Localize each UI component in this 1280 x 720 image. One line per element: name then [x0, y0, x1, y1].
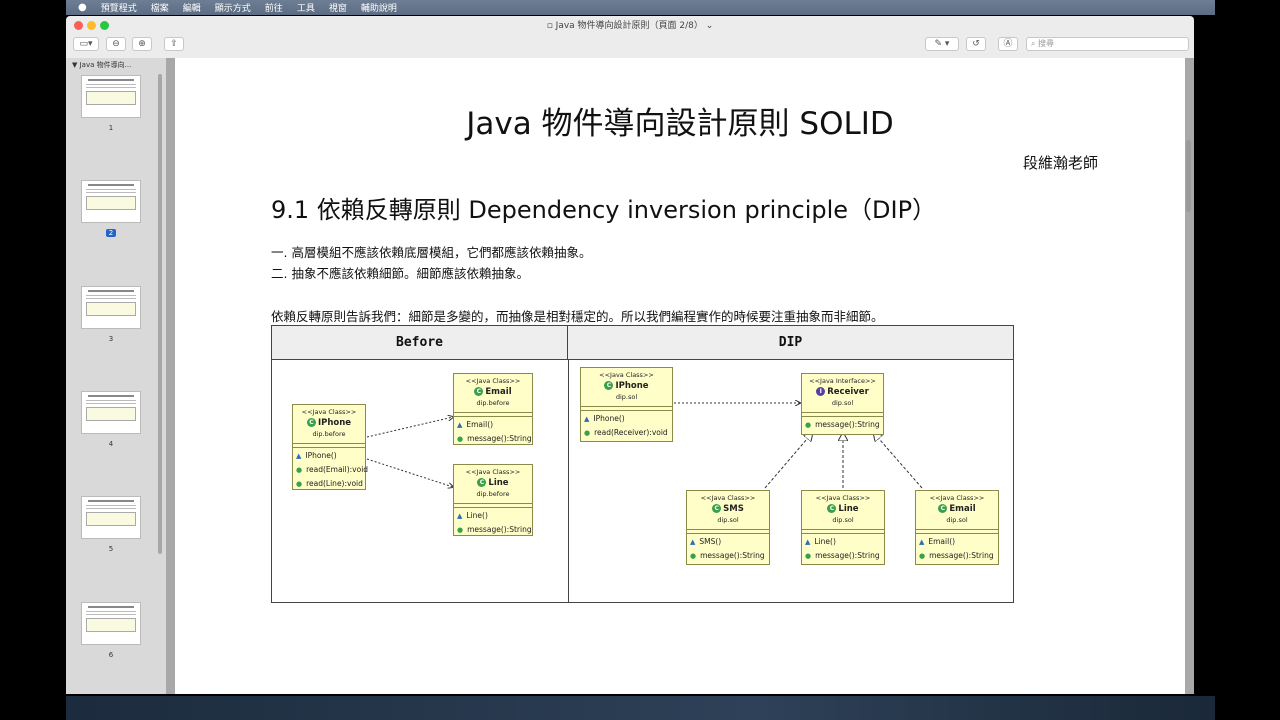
class-icon: C	[604, 381, 614, 390]
menu-view[interactable]: 顯示方式	[215, 1, 251, 14]
sidebar-scrollbar[interactable]	[158, 74, 162, 554]
uml-operation: message():String	[919, 549, 995, 563]
search-icon: ⌕	[1031, 39, 1039, 48]
document-area: Java 物件導向設計原則 SOLID 段維瀚老師 9.1 依賴反轉原則 Dep…	[166, 58, 1194, 694]
class-icon: C	[827, 504, 837, 513]
window-title: Java 物件導向設計原則（頁面 2/8）	[555, 21, 703, 31]
search-placeholder: 搜尋	[1038, 39, 1055, 48]
uml-operation: Email()	[919, 535, 995, 549]
menu-file[interactable]: 檔案	[151, 1, 169, 14]
menu-bar: ● 預覽程式 檔案 編輯 顯示方式 前往 工具 視窗 輔助說明	[66, 0, 1215, 15]
sidebar-header[interactable]: ▼ Java 物件導向...	[66, 58, 166, 70]
apple-menu-icon[interactable]: ●	[78, 2, 87, 13]
uml-operation: read(Email):void	[296, 463, 368, 477]
section-title: 9.1 依賴反轉原則 Dependency inversion principl…	[271, 196, 937, 224]
uml-operation: message():String	[690, 549, 766, 563]
menu-window[interactable]: 視窗	[329, 1, 347, 14]
zoom-out-icon[interactable]: ⊖	[106, 37, 126, 51]
dependency-iphone-email	[366, 417, 453, 438]
uml-operation: Line()	[805, 535, 881, 549]
page-title: Java 物件導向設計原則 SOLID	[466, 106, 894, 142]
class-icon: C	[477, 478, 487, 487]
search-input[interactable]: ⌕ 搜尋	[1026, 37, 1189, 51]
uml-operation: message():String	[457, 432, 531, 446]
thumbnail-page-number: 3	[108, 335, 114, 343]
preview-window: ▫ Java 物件導向設計原則（頁面 2/8） ⌄ ▭▾ ⊖ ⊕ ⇪ ✎ ▾ ↺…	[66, 16, 1194, 694]
page-thumbnail[interactable]	[81, 391, 141, 434]
uml-dip-sms: <<Java Class>>CSMSdip.solSMS()message():…	[686, 490, 770, 565]
interface-icon: I	[816, 387, 826, 396]
uml-dip-iphone: <<Java Class>>CIPhonedip.solIPhone()read…	[580, 367, 673, 442]
title-bar: ▫ Java 物件導向設計原則（頁面 2/8） ⌄	[66, 16, 1194, 36]
class-icon: C	[306, 418, 316, 427]
page-thumbnail[interactable]	[81, 602, 141, 645]
uml-operation: IPhone()	[584, 412, 669, 426]
page-thumbnail[interactable]	[81, 496, 141, 539]
zoom-in-icon[interactable]: ⊕	[132, 37, 152, 51]
class-icon: C	[938, 504, 948, 513]
menu-tools[interactable]: 工具	[297, 1, 315, 14]
document-icon: ▫	[546, 21, 556, 31]
uml-operation: Line()	[457, 509, 529, 523]
thumbnail-page-number: 6	[108, 651, 114, 659]
annotate-icon[interactable]: Ⓐ	[998, 37, 1018, 51]
uml-dip-line: <<Java Class>>CLinedip.solLine()message(…	[801, 490, 885, 565]
close-button[interactable]	[74, 21, 83, 30]
menu-help[interactable]: 輔助說明	[361, 1, 397, 14]
thumbnail-page-number: 2	[81, 229, 141, 237]
author: 段維瀚老師	[1023, 154, 1099, 172]
chevron-down-icon[interactable]: ⌄	[703, 21, 714, 31]
menu-go[interactable]: 前往	[265, 1, 283, 14]
minimize-button[interactable]	[87, 21, 96, 30]
class-icon: C	[474, 387, 484, 396]
uml-before-email: <<Java Class>>CEmaildip.beforeEmail()mes…	[453, 373, 533, 445]
uml-dip-email: <<Java Class>>CEmaildip.solEmail()messag…	[915, 490, 999, 565]
point-2: 二. 抽象不應該依賴細節。細節應該依賴抽象。	[271, 266, 529, 281]
page-thumbnail[interactable]	[81, 286, 141, 329]
thumbnail-page-number: 5	[108, 545, 114, 553]
sidebar-toggle-icon[interactable]: ▭▾	[73, 37, 99, 51]
menu-app[interactable]: 預覽程式	[101, 1, 137, 14]
document-scrollbar[interactable]	[1186, 140, 1191, 212]
desktop-background-bottom	[66, 696, 1215, 720]
uml-operation: IPhone()	[296, 449, 362, 463]
class-icon: C	[712, 504, 722, 513]
uml-operation: read(Receiver):void	[584, 426, 669, 440]
dependency-iphone-line	[366, 458, 453, 487]
uml-operation: SMS()	[690, 535, 766, 549]
uml-operation: Email()	[457, 418, 529, 432]
realization-email	[873, 432, 923, 489]
point-1: 一. 高層模組不應該依賴底層模組，它們都應該依賴抽象。	[271, 245, 592, 260]
uml-operation: message():String	[805, 418, 880, 432]
markup-pen-icon[interactable]: ✎ ▾	[925, 37, 959, 51]
menu-edit[interactable]: 編輯	[183, 1, 201, 14]
page-thumbnail[interactable]	[81, 75, 141, 118]
page-thumbnail[interactable]	[81, 180, 141, 223]
sidebar-doc-name: Java 物件導向...	[79, 61, 132, 69]
uml-dip-receiver: <<Java Interface>>IReceiverdip.solmessag…	[801, 373, 884, 435]
uml-operation: message():String	[457, 523, 531, 537]
pdf-page: Java 物件導向設計原則 SOLID 段維瀚老師 9.1 依賴反轉原則 Dep…	[175, 58, 1185, 694]
uml-operation: message():String	[805, 549, 881, 563]
comparison-table: Before DIP <<Java Class>> C IPhone dip.befo…	[271, 325, 1014, 603]
desktop-background	[1215, 0, 1280, 720]
realization-sms	[764, 432, 813, 489]
uml-before-iphone: <<Java Class>>CIPhonedip.beforeIPhone()r…	[292, 404, 368, 491]
thumbnail-page-number: 4	[108, 440, 114, 448]
thumbnail-sidebar: ▼ Java 物件導向... 1 2 3 4 5 6	[66, 58, 166, 694]
toolbar: ▭▾ ⊖ ⊕ ⇪ ✎ ▾ ↺ Ⓐ ⌕ 搜尋	[66, 36, 1194, 58]
fullscreen-button[interactable]	[100, 21, 109, 30]
uml-before-line: <<Java Class>>CLinedip.beforeLine()messa…	[453, 464, 533, 536]
thumbnail-page-number: 1	[108, 124, 114, 132]
summary: 依賴反轉原則告訴我們：細節是多變的，而抽像是相對穩定的。所以我們編程實作的時候要…	[271, 309, 884, 324]
rotate-icon[interactable]: ↺	[966, 37, 986, 51]
uml-operation: read(Line):void	[296, 477, 363, 491]
share-icon[interactable]: ⇪	[164, 37, 184, 51]
